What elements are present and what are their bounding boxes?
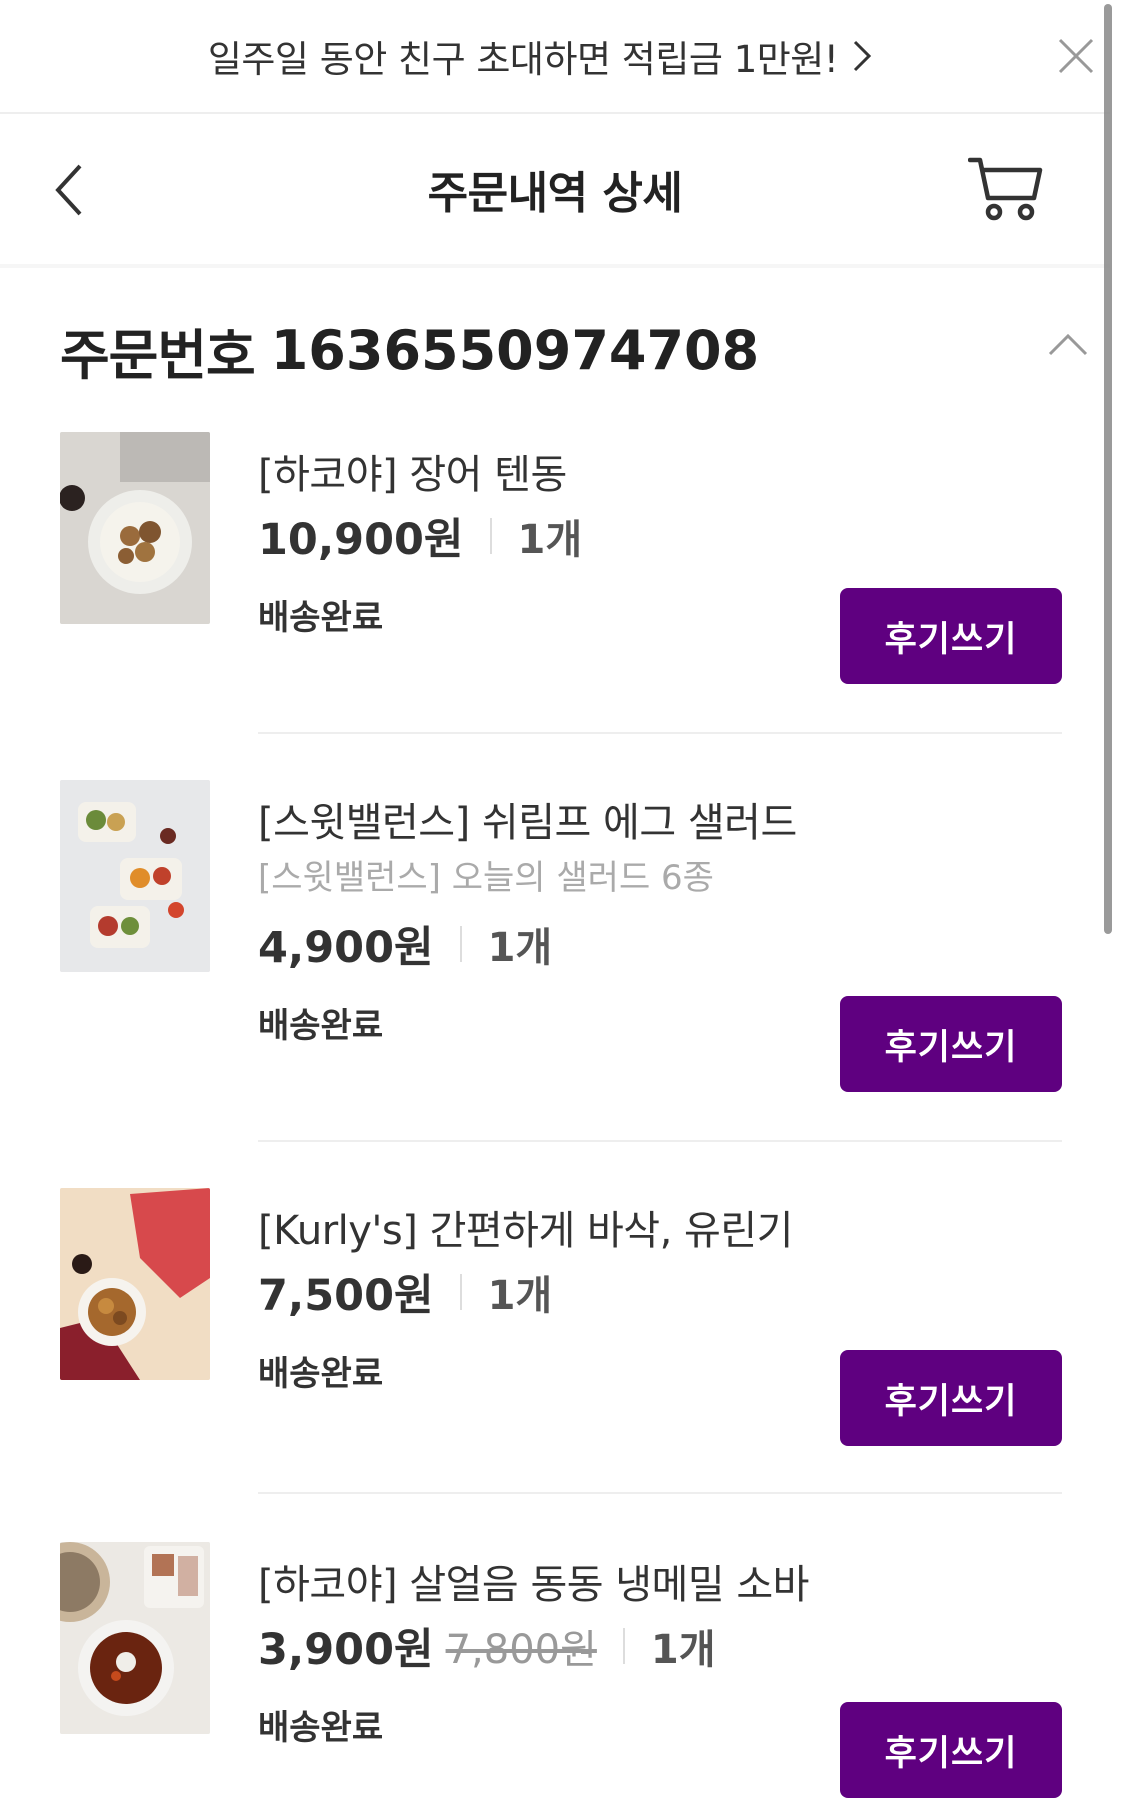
- product-name[interactable]: [스윗밸런스] 쉬림프 에그 샐러드: [258, 790, 797, 848]
- product-price: 7,500원: [258, 1271, 434, 1321]
- promo-banner[interactable]: 일주일 동안 친구 초대하면 적립금 1만원!: [0, 0, 1110, 114]
- divider: [258, 732, 1062, 734]
- product-name[interactable]: [Kurly's] 간편하게 바삭, 유린기: [258, 1198, 793, 1256]
- separator: [459, 926, 462, 962]
- promo-banner-text: 일주일 동안 친구 초대하면 적립금 1만원!: [207, 38, 839, 81]
- product-price: 3,900원: [258, 1625, 434, 1675]
- cart-icon[interactable]: [968, 154, 1044, 222]
- delivery-status: 배송완료: [258, 1006, 384, 1046]
- delivery-status: 배송완료: [258, 1354, 384, 1394]
- chevron-up-icon[interactable]: [1046, 328, 1090, 358]
- order-number-label: 주문번호: [60, 323, 256, 387]
- page-header: 주문내역 상세: [0, 114, 1110, 264]
- page-title: 주문내역 상세: [427, 168, 683, 219]
- separator: [622, 1628, 625, 1664]
- original-price: 7,800원: [445, 1627, 597, 1673]
- price-row: 4,900원 1개: [258, 914, 552, 974]
- order-header: 주문번호 1636550974708: [60, 310, 1088, 390]
- price-row: 3,900원 7,800원 1개: [258, 1616, 716, 1676]
- product-quantity: 1개: [487, 1273, 553, 1319]
- product-quantity: 1개: [650, 1627, 716, 1673]
- product-thumbnail[interactable]: [60, 432, 210, 624]
- product-quantity: 1개: [487, 925, 553, 971]
- separator: [489, 518, 492, 554]
- write-review-button[interactable]: 후기쓰기: [840, 1702, 1062, 1798]
- product-option: [스윗밸런스] 오늘의 샐러드 6종: [258, 858, 714, 898]
- chevron-left-icon[interactable]: [50, 162, 90, 218]
- close-icon[interactable]: [1056, 36, 1096, 76]
- write-review-button[interactable]: 후기쓰기: [840, 588, 1062, 684]
- price-row: 7,500원 1개: [258, 1262, 552, 1322]
- section-gap: [0, 264, 1110, 268]
- divider: [258, 1140, 1062, 1142]
- price-row: 10,900원 1개: [258, 506, 582, 566]
- order-number: 1636550974708: [270, 318, 760, 382]
- promo-banner-link[interactable]: 일주일 동안 친구 초대하면 적립금 1만원!: [208, 29, 872, 83]
- chevron-right-icon: [854, 40, 872, 72]
- product-thumbnail[interactable]: [60, 1542, 210, 1734]
- delivery-status: 배송완료: [258, 1708, 384, 1748]
- write-review-button[interactable]: 후기쓰기: [840, 996, 1062, 1092]
- delivery-status: 배송완료: [258, 598, 384, 638]
- product-name[interactable]: [하코야] 살얼음 동동 냉메밀 소바: [258, 1552, 809, 1610]
- product-price: 10,900원: [258, 515, 464, 565]
- product-name[interactable]: [하코야] 장어 텐동: [258, 442, 567, 500]
- divider: [258, 1492, 1062, 1494]
- scrollbar[interactable]: [1104, 4, 1112, 934]
- product-thumbnail[interactable]: [60, 1188, 210, 1380]
- product-thumbnail[interactable]: [60, 780, 210, 972]
- separator: [459, 1274, 462, 1310]
- product-price: 4,900원: [258, 923, 434, 973]
- write-review-button[interactable]: 후기쓰기: [840, 1350, 1062, 1446]
- product-quantity: 1개: [517, 517, 583, 563]
